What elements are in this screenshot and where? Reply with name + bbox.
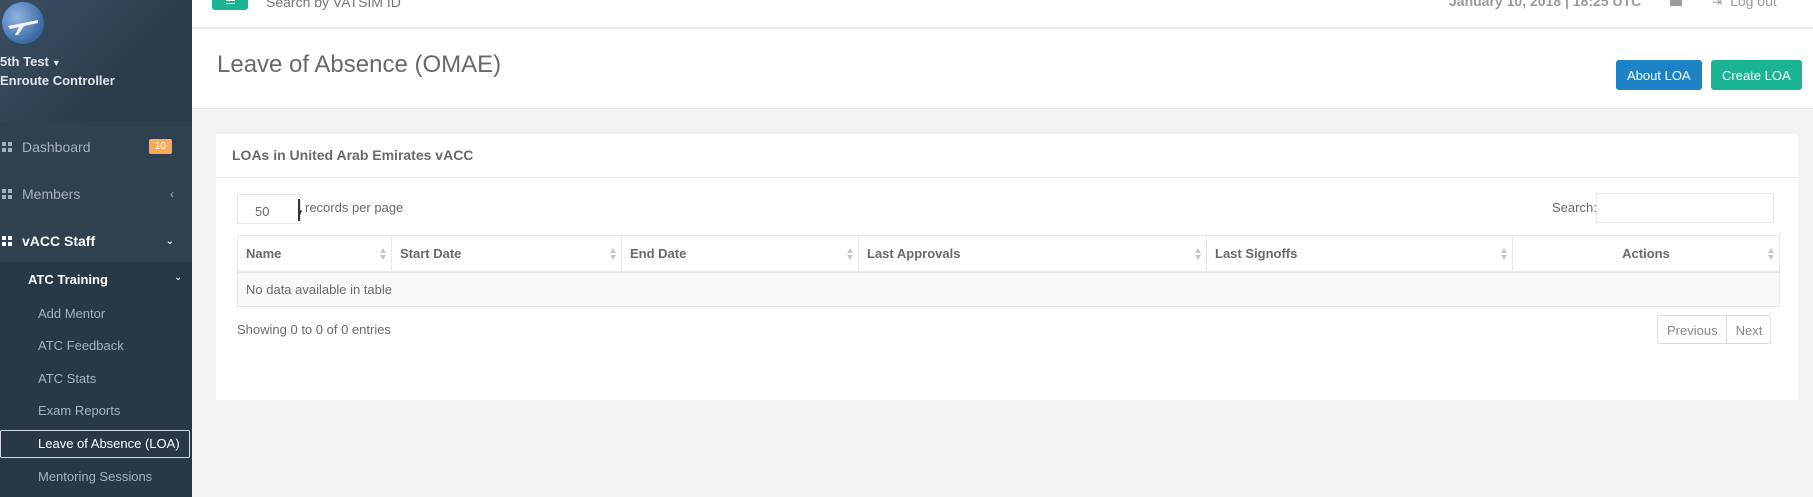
logout-link[interactable]: ⇥ Log out [1712,0,1777,9]
submenu-item-atc-stats[interactable]: ATC Stats [38,371,96,386]
panel-title: LOAs in United Arab Emirates vACC [216,134,1798,178]
hamburger-icon [226,0,235,1]
profile-role: Enroute Controller [0,73,115,88]
submenu-item-mentoring-sessions[interactable]: Mentoring Sessions [38,469,152,484]
members-icon [2,189,12,199]
column-header-start-date[interactable]: Start Date [391,235,622,273]
table-row: No data available in table [237,271,1780,307]
menu-toggle-button[interactable] [212,0,248,10]
sign-out-icon: ⇥ [1712,0,1723,9]
submenu-item-add-mentor[interactable]: Add Mentor [38,306,105,321]
submenu-header-atc-training[interactable]: ATC Training [28,272,108,287]
nav-item-label: vACC Staff [22,233,96,249]
chevron-down-icon: ⌄ [174,272,183,283]
nav-item-label: Dashboard [22,139,91,155]
column-header-end-date[interactable]: End Date [621,235,859,273]
sort-icon [847,247,853,261]
column-header-last-approvals[interactable]: Last Approvals [858,235,1207,273]
loa-table: Name Start Date End Date Last Approvals … [237,235,1780,307]
search-label: Search: [1552,200,1597,215]
bell-icon[interactable] [1670,0,1682,6]
nav-item-vacc-staff[interactable]: vACC Staff ⌄ [0,221,192,261]
column-header-actions[interactable]: Actions [1512,235,1780,273]
sidebar: 5th Test ▼ Enroute Controller Dashboard 1… [0,0,192,497]
submenu-item-label: Leave of Absence (LOA) [38,436,180,451]
column-header-name[interactable]: Name [237,235,392,273]
sort-icon [610,247,616,261]
page-title: Leave of Absence (OMAE) [217,51,502,78]
sort-icon [380,247,386,261]
previous-page-button[interactable]: Previous [1658,316,1727,343]
column-header-last-signoffs[interactable]: Last Signoffs [1206,235,1513,273]
airplane-icon [8,20,38,35]
pagination: Previous Next [1657,315,1772,344]
staff-icon [2,236,12,246]
nav-item-dashboard[interactable]: Dashboard 10 [0,127,192,167]
submenu-item-exam-reports[interactable]: Exam Reports [38,403,120,418]
sort-icon [1195,247,1201,261]
chevron-left-icon: ‹ [170,187,174,201]
loa-panel: LOAs in United Arab Emirates vACC 50 ▼ r… [216,134,1798,400]
profile-name[interactable]: 5th Test ▼ [0,54,61,69]
about-loa-button[interactable]: About LOA [1616,60,1702,90]
page-length-select[interactable]: 50 ▼ [237,194,304,224]
sort-icon [1768,247,1774,261]
current-datetime: January 10, 2018 | 18:25 UTC [1449,0,1642,9]
table-header-row: Name Start Date End Date Last Approvals … [237,235,1780,273]
top-navbar: January 10, 2018 | 18:25 UTC ⇥Log out [192,0,1813,28]
next-page-button[interactable]: Next [1727,316,1771,343]
sort-icon [1501,247,1507,261]
page-heading: Leave of Absence (OMAE) About LOA Create… [192,29,1813,109]
notification-badge: 10 [148,139,172,154]
profile-header: 5th Test ▼ Enroute Controller [0,0,192,122]
caret-down-icon: ▼ [51,58,61,68]
page-length-label: records per page [305,200,404,215]
caret-down-icon: ▼ [296,208,304,217]
table-search-input[interactable] [1596,193,1774,223]
vatsim-id-search-input[interactable] [266,0,486,10]
chevron-down-icon: ⌄ [165,235,174,247]
submenu-item-atc-feedback[interactable]: ATC Feedback [38,338,124,353]
table-info: Showing 0 to 0 of 0 entries [237,322,391,337]
create-loa-button[interactable]: Create LOA [1711,60,1802,90]
nav-item-label: Members [22,186,81,202]
nav-item-members[interactable]: Members ‹ [0,174,192,214]
empty-table-message: No data available in table [237,271,1780,307]
avatar[interactable] [2,2,44,44]
dashboard-icon [2,142,12,152]
